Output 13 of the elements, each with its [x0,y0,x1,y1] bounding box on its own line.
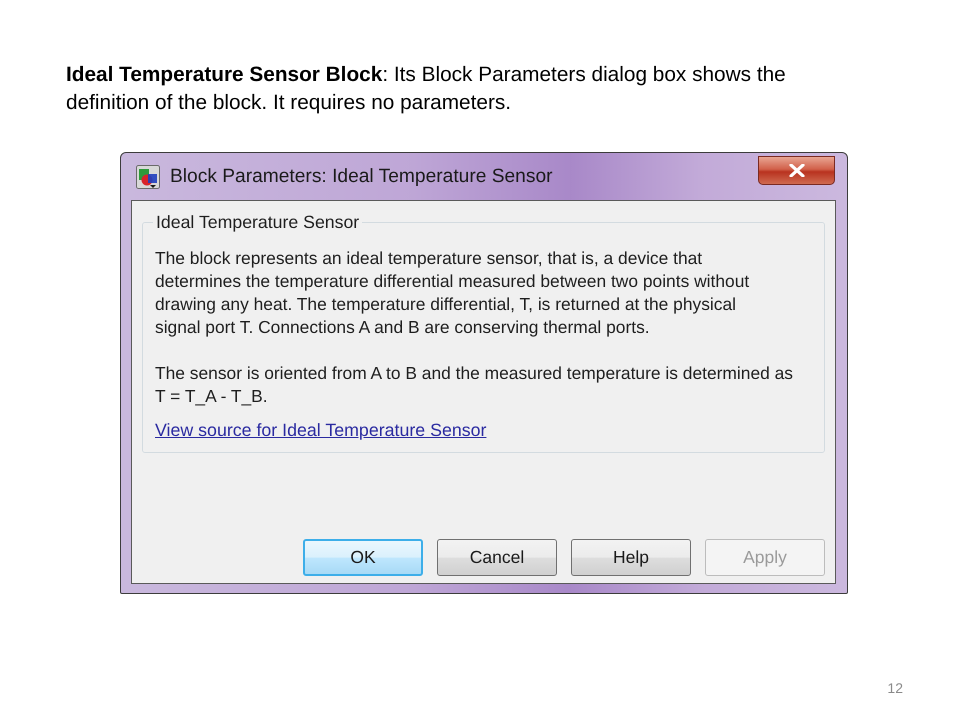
block-icon [136,164,160,188]
dialog-button[interactable]: OK [303,539,423,576]
page-number: 12 [887,680,903,696]
dialog-button[interactable]: Cancel [437,539,557,576]
close-button[interactable] [758,156,835,185]
group-title: Ideal Temperature Sensor [155,212,360,232]
description-text: The block represents an ideal temperature sensor, that is, a device that determines the temperature differential measured between two points without drawing any heat. The temperature differential, T, is returned at the physical signal port T. Connections A and B are conserving thermal ports. [155,247,750,339]
description-text: The sensor is oriented from A to B and the measured temperature is determined as T = T_A - T_B. [155,362,793,408]
close-icon [788,164,804,177]
window-title: Block Parameters: Ideal Temperature Sensor [170,166,553,188]
view-source-link[interactable]: View source for Ideal Temperature Sensor [155,419,486,442]
dialog-button[interactable]: Help [571,539,691,576]
caption-text: Ideal Temperature Sensor Block: Its Block Parameters dialog box shows the definition of the block. It requires no parameters. [66,62,786,116]
